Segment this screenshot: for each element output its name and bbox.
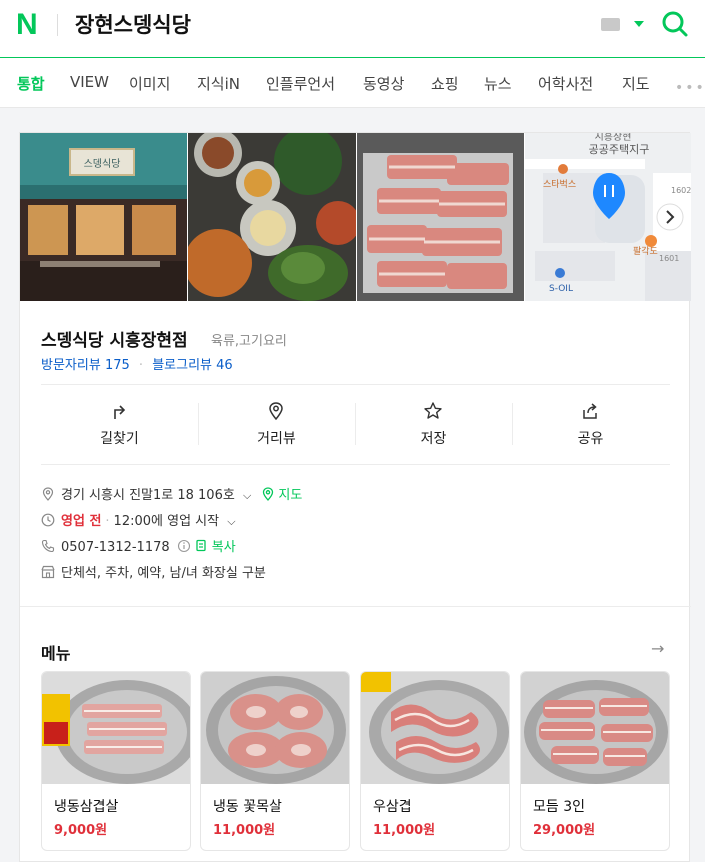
- photo-strip: 스뎅식당 시흥장현 공공주택지구 스타벅스 1602 1601 S-OIL 팔각…: [20, 133, 691, 301]
- directions-label: 길찾기: [100, 431, 139, 447]
- tab-influencer[interactable]: 인플루언서: [266, 73, 335, 94]
- address-row: 경기 시흥시 진말1로 18 106호 ⌵ 지도: [41, 484, 302, 503]
- more-tabs-icon[interactable]: •••: [675, 80, 705, 96]
- info-icon[interactable]: [177, 539, 191, 553]
- storefront-photo[interactable]: 스뎅식당: [20, 133, 187, 301]
- place-name[interactable]: 스뎅식당 시흥장현점: [41, 326, 188, 351]
- meat-grill-photo[interactable]: [357, 133, 524, 301]
- place-card: 스뎅식당 시흥장현 공공주택지구 스타벅스 1602 1601 S-OIL 팔각…: [19, 132, 691, 862]
- menu-item-name: 냉동삼겹살: [54, 799, 119, 815]
- address-text[interactable]: 경기 시흥시 진말1로 18 106호: [61, 488, 235, 503]
- tab-shopping[interactable]: 쇼핑: [431, 73, 459, 94]
- amenities-text: 단체석, 주차, 예약, 남/녀 화장실 구분: [61, 566, 266, 581]
- keyboard-icon[interactable]: [601, 18, 620, 31]
- blog-review-label[interactable]: 블로그리뷰: [152, 358, 212, 373]
- menu-image: [521, 672, 669, 784]
- phone-number[interactable]: 0507-1312-1178: [61, 540, 170, 555]
- open-status: 영업 전: [61, 514, 102, 529]
- review-links: 방문자리뷰 175 · 블로그리뷰 46: [41, 354, 233, 373]
- menu-item[interactable]: 모듬 3인 29,000원: [520, 671, 670, 851]
- action-bar: 길찾기 거리뷰 저장 공유: [41, 385, 670, 464]
- tab-all[interactable]: 통합: [17, 73, 45, 94]
- street-view-icon: [269, 402, 283, 421]
- section-divider: [20, 606, 691, 607]
- tab-images[interactable]: 이미지: [129, 73, 170, 94]
- divider: [41, 464, 670, 465]
- chevron-down-icon[interactable]: [634, 21, 644, 27]
- save-label: 저장: [420, 431, 447, 447]
- map-thumbnail[interactable]: 시흥장현 공공주택지구 스타벅스 1602 1601 S-OIL 팔각도: [525, 133, 691, 301]
- map-label-starbucks: 스타벅스: [543, 179, 576, 190]
- menu-item[interactable]: 냉동 꽃목살 11,000원: [200, 671, 350, 851]
- search-tabs: 통합 VIEW 이미지 지식iN 인플루언서 동영상 쇼핑 뉴스 어학사전 지도…: [0, 58, 705, 108]
- clock-icon: [41, 513, 55, 527]
- hours-row: 영업 전 · 12:00에 영업 시작 ⌵: [41, 510, 236, 529]
- menu-image: [361, 672, 509, 784]
- naver-logo[interactable]: N: [16, 10, 42, 40]
- menu-item-price: 11,000원: [213, 823, 276, 838]
- map-label-area-1: 시흥장현: [595, 133, 632, 143]
- share-icon: [583, 403, 597, 419]
- map-label-area-2: 공공주택지구: [589, 143, 650, 156]
- tab-news[interactable]: 뉴스: [484, 73, 512, 94]
- street-view-label: 거리뷰: [257, 431, 296, 447]
- header-divider: [57, 14, 58, 36]
- place-category: 육류,고기요리: [211, 334, 287, 349]
- chevron-down-icon[interactable]: ⌵: [227, 515, 235, 528]
- phone-row: 0507-1312-1178 복사: [41, 536, 236, 555]
- map-label-1602: 1602: [671, 186, 691, 195]
- search-query[interactable]: 장현스뎅식당: [75, 11, 191, 39]
- directions-button[interactable]: 길찾기: [41, 385, 198, 464]
- directions-icon: [114, 405, 126, 419]
- visitor-review-label[interactable]: 방문자리뷰: [41, 358, 101, 373]
- amenities-row: 단체석, 주차, 예약, 남/녀 화장실 구분: [41, 562, 266, 581]
- menu-image: [201, 672, 349, 784]
- tab-map[interactable]: 지도: [622, 73, 650, 94]
- map-link[interactable]: 지도: [278, 488, 302, 503]
- star-icon: [424, 402, 442, 419]
- street-view-button[interactable]: 거리뷰: [198, 385, 355, 464]
- search-header: N 장현스뎅식당: [0, 0, 705, 58]
- store-icon: [41, 565, 55, 579]
- menu-item[interactable]: 우삼겹 11,000원: [360, 671, 510, 851]
- tab-view[interactable]: VIEW: [70, 73, 109, 91]
- tab-dictionary[interactable]: 어학사전: [538, 73, 593, 94]
- menu-title: 메뉴: [41, 644, 71, 663]
- save-button[interactable]: 저장: [355, 385, 512, 464]
- blog-review-count[interactable]: 46: [216, 358, 233, 373]
- map-label-palgakdo: 팔각도: [633, 245, 658, 257]
- hours-text[interactable]: 12:00에 영업 시작: [114, 514, 220, 529]
- menu-item-price: 9,000원: [54, 823, 108, 838]
- tab-kin[interactable]: 지식iN: [197, 73, 240, 94]
- search-icon[interactable]: [661, 10, 689, 38]
- map-label-1601: 1601: [659, 254, 679, 263]
- map-pin-icon: [263, 487, 274, 501]
- visitor-review-count[interactable]: 175: [105, 358, 130, 373]
- review-separator: ·: [138, 358, 144, 373]
- menu-item-name: 모듬 3인: [533, 799, 585, 815]
- side-dishes-photo[interactable]: [188, 133, 356, 301]
- menu-image: [42, 672, 190, 784]
- copy-button[interactable]: 복사: [212, 540, 236, 555]
- tab-video[interactable]: 동영상: [363, 73, 404, 94]
- share-label: 공유: [577, 431, 604, 447]
- menu-item-price: 29,000원: [533, 823, 596, 838]
- chevron-down-icon[interactable]: ⌵: [243, 489, 251, 502]
- menu-item[interactable]: 냉동삼겹살 9,000원: [41, 671, 191, 851]
- status-separator: ·: [105, 514, 110, 529]
- menu-item-name: 우삼겹: [373, 799, 412, 815]
- arrow-right-icon[interactable]: →: [651, 639, 664, 658]
- location-icon: [42, 487, 54, 501]
- storefront-sign-text: 스뎅식당: [84, 158, 121, 170]
- map-label-soil: S-OIL: [549, 284, 573, 294]
- copy-icon: [196, 539, 206, 552]
- share-button[interactable]: 공유: [512, 385, 669, 464]
- phone-icon: [41, 539, 55, 553]
- menu-item-name: 냉동 꽃목살: [213, 799, 282, 815]
- menu-item-price: 11,000원: [373, 823, 436, 838]
